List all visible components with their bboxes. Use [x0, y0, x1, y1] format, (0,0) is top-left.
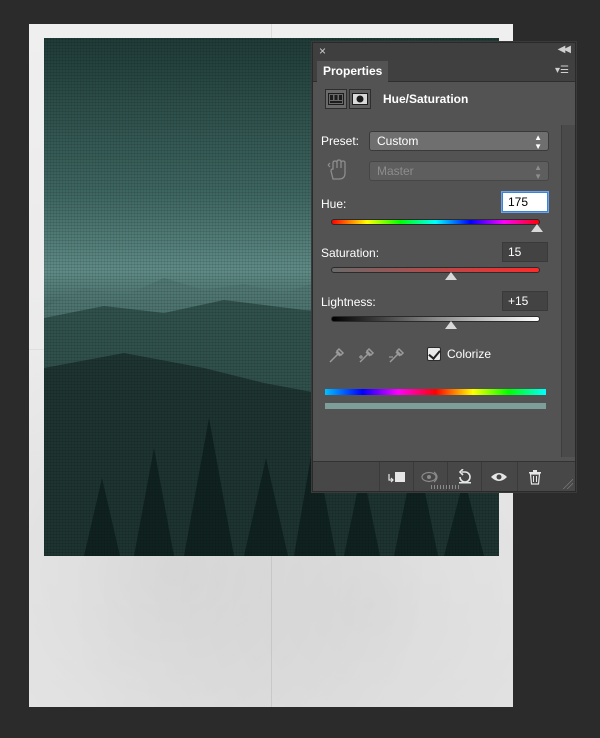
- chevron-updown-icon: ▲ ▼: [534, 133, 542, 151]
- hue-slider[interactable]: [331, 219, 540, 225]
- mask-icon[interactable]: [349, 89, 371, 109]
- saturation-slider-thumb[interactable]: [445, 272, 458, 280]
- hue-slider-thumb[interactable]: [531, 224, 544, 232]
- hue-input[interactable]: 175: [502, 192, 548, 212]
- clip-to-layer-icon[interactable]: [379, 462, 413, 491]
- panel-bottom-toolbar: [313, 461, 575, 491]
- panel-scrollbar[interactable]: [561, 125, 575, 457]
- lightness-input[interactable]: +15: [502, 291, 548, 311]
- properties-panel[interactable]: × ◀◀ Properties ▾☰ Hue/Saturation Preset…: [312, 42, 576, 492]
- trash-icon[interactable]: [517, 462, 551, 491]
- lightness-slider[interactable]: [331, 316, 540, 322]
- colorize-label: Colorize: [447, 347, 492, 361]
- eyedropper-minus-icon[interactable]: [387, 345, 407, 370]
- eyedropper-icon[interactable]: [327, 345, 347, 370]
- result-color-bar: [325, 403, 546, 409]
- adjustment-title: Hue/Saturation: [383, 92, 469, 106]
- panel-menu-icon[interactable]: ▾☰: [555, 65, 569, 76]
- chevron-updown-icon: ▲ ▼: [534, 163, 542, 181]
- panel-title-bar[interactable]: × ◀◀: [313, 43, 575, 60]
- preset-label: Preset:: [321, 134, 360, 148]
- panel-corner-grip[interactable]: [563, 479, 573, 489]
- panel-tab-bar: Properties ▾☰: [313, 60, 575, 82]
- hue-label: Hue:: [321, 197, 347, 211]
- preset-dropdown[interactable]: Custom ▲ ▼: [369, 131, 549, 151]
- channel-value: Master: [377, 164, 414, 178]
- saturation-slider[interactable]: [331, 267, 540, 273]
- lightness-label: Lightness:: [321, 295, 376, 309]
- eyedropper-plus-icon[interactable]: [357, 345, 377, 370]
- collapse-icon[interactable]: ◀◀: [558, 44, 571, 55]
- colorize-checkbox[interactable]: Colorize: [427, 347, 491, 361]
- panel-resize-handle[interactable]: [431, 485, 459, 489]
- source-color-spectrum: [325, 389, 546, 395]
- visibility-eye-icon[interactable]: [481, 462, 515, 491]
- hand-icon[interactable]: [327, 159, 349, 186]
- lightness-slider-thumb[interactable]: [445, 321, 458, 329]
- saturation-label: Saturation:: [321, 246, 380, 260]
- adjustment-header: Hue/Saturation: [325, 87, 468, 111]
- preset-value: Custom: [377, 134, 419, 148]
- tab-properties[interactable]: Properties: [317, 61, 389, 82]
- close-icon[interactable]: ×: [319, 44, 326, 58]
- hue-saturation-icon[interactable]: [325, 89, 347, 109]
- colorize-check-icon[interactable]: [427, 347, 441, 361]
- channel-dropdown[interactable]: Master ▲ ▼: [369, 161, 549, 181]
- saturation-input[interactable]: 15: [502, 242, 548, 262]
